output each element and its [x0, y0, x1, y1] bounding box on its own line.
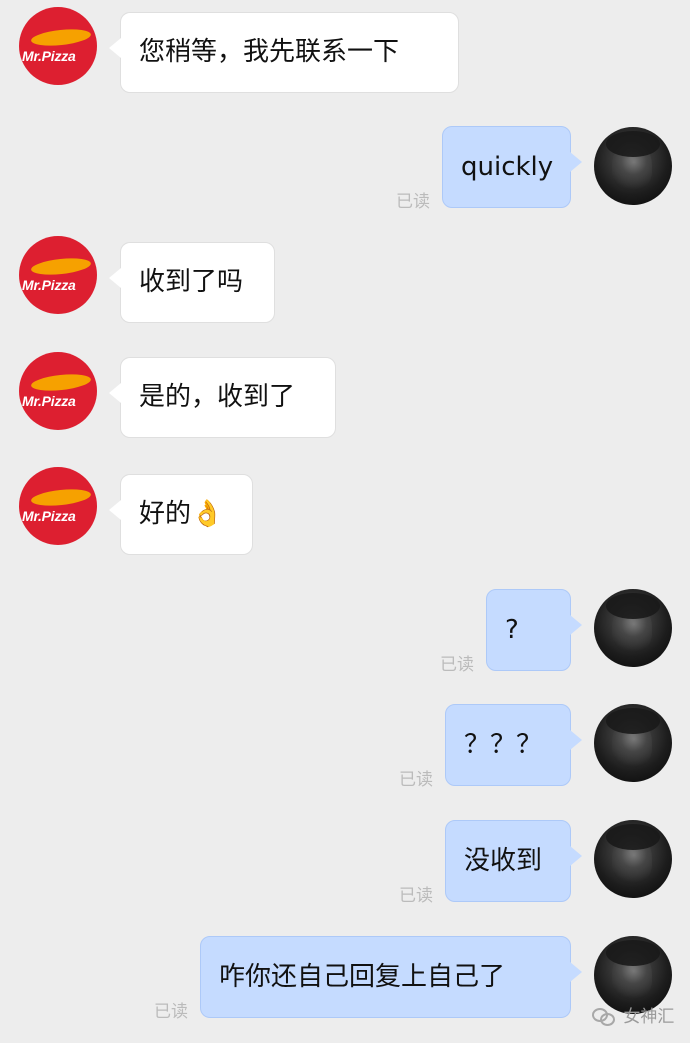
watermark-text: 女神汇 [623, 1007, 675, 1027]
avatar-text: Mr.Pizza [22, 508, 76, 524]
avatar-text: Mr.Pizza [22, 277, 76, 293]
message-bubble[interactable]: 是的，收到了 [109, 357, 336, 438]
watermark: 女神汇 [592, 1002, 675, 1027]
message-bubble[interactable]: 收到了吗 [109, 242, 275, 323]
message-text: 没收到 [464, 846, 543, 876]
message-bubble[interactable]: 好的👌 [109, 474, 253, 555]
read-status: 已读 [154, 1002, 188, 1022]
user-avatar[interactable] [594, 589, 672, 667]
user-avatar[interactable] [594, 820, 672, 898]
message-bubble[interactable]: quickly [442, 126, 582, 208]
read-status: 已读 [399, 886, 433, 906]
message-bubble[interactable]: 咋你还自己回复上自己了 [200, 936, 582, 1018]
message-row: ? 已读 [0, 586, 690, 676]
message-text: 是的，收到了 [139, 382, 296, 412]
message-row: Mr.Pizza 是的，收到了 [0, 352, 690, 442]
message-row: Mr.Pizza 收到了吗 [0, 236, 690, 326]
message-row: quickly 已读 [0, 124, 690, 214]
message-text: 收到了吗 [139, 267, 244, 297]
read-status: 已读 [399, 770, 433, 790]
message-row: 咋你还自己回复上自己了 已读 [0, 933, 690, 1023]
wechat-icon [592, 1008, 615, 1026]
message-text: ？？？ [464, 730, 543, 760]
read-status: 已读 [396, 192, 430, 212]
message-row: ？？？ 已读 [0, 701, 690, 791]
avatar-text: Mr.Pizza [22, 48, 76, 64]
mr-pizza-avatar[interactable]: Mr.Pizza [19, 236, 97, 314]
avatar-text: Mr.Pizza [22, 393, 76, 409]
message-text: ? [505, 615, 519, 645]
message-bubble[interactable]: 没收到 [445, 820, 582, 902]
mr-pizza-avatar[interactable]: Mr.Pizza [19, 352, 97, 430]
read-status: 已读 [440, 655, 474, 675]
pizza-logo-swoosh-icon [30, 371, 92, 394]
message-row: 没收到 已读 [0, 817, 690, 907]
message-text: 好的👌 [139, 499, 224, 529]
user-avatar[interactable] [594, 704, 672, 782]
message-bubble[interactable]: 您稍等，我先联系一下 [109, 12, 459, 93]
pizza-logo-swoosh-icon [30, 255, 92, 278]
mr-pizza-avatar[interactable]: Mr.Pizza [19, 7, 97, 85]
message-row: Mr.Pizza 好的👌 [0, 467, 690, 557]
mr-pizza-avatar[interactable]: Mr.Pizza [19, 467, 97, 545]
message-text: 咋你还自己回复上自己了 [219, 962, 506, 992]
message-row: Mr.Pizza 您稍等，我先联系一下 [0, 7, 690, 93]
message-text: quickly [461, 152, 554, 182]
pizza-logo-swoosh-icon [30, 486, 92, 509]
user-avatar[interactable] [594, 127, 672, 205]
message-text: 您稍等，我先联系一下 [139, 37, 400, 67]
pizza-logo-swoosh-icon [30, 26, 92, 49]
message-bubble[interactable]: ？？？ [445, 704, 582, 786]
message-bubble[interactable]: ? [486, 589, 582, 671]
